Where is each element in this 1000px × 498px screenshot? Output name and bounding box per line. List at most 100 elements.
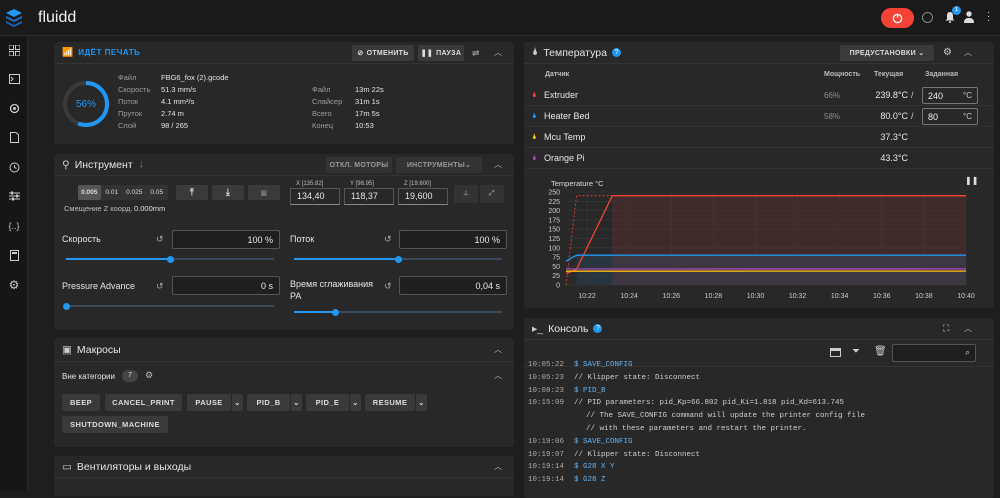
jog-step-0.01[interactable]: 0.01 <box>101 185 124 200</box>
z-down-button[interactable]: ⤓ <box>212 185 244 200</box>
tools-menu-button[interactable]: ИНСТРУМЕНТЫ ⌄ <box>396 157 482 173</box>
macro-pause-button[interactable]: PAUSE <box>187 394 231 411</box>
settings-gear-icon[interactable]: ⚙ <box>6 277 22 293</box>
slider-knob[interactable] <box>332 309 339 316</box>
axis-position-input[interactable]: 134,40 <box>290 188 340 205</box>
macro-pid-e-button[interactable]: PID_E <box>306 394 349 411</box>
speed-reset-icon[interactable]: ↺ <box>156 234 164 245</box>
menu-dots-icon[interactable]: ··· <box>987 11 990 23</box>
console-timestamp: 10:19:14 <box>528 476 574 484</box>
console-clear-icon[interactable]: 🗑 <box>874 346 887 357</box>
pause-print-button[interactable]: ❚❚ПАУЗА <box>418 45 464 61</box>
flow-slider[interactable] <box>294 258 502 260</box>
jog-step-0.025[interactable]: 0.025 <box>123 185 146 200</box>
flow-input[interactable]: 100 % <box>399 230 507 249</box>
print-info-value: FBG6_fox (2).gcode <box>161 73 229 82</box>
power-icon[interactable] <box>922 12 933 23</box>
console-timestamp: 10:08:23 <box>528 387 574 395</box>
y-tick-label: 225 <box>548 199 560 206</box>
cancel-print-button[interactable]: ⊘ОТМЕНИТЬ <box>352 45 414 61</box>
jobs-file-icon[interactable] <box>6 129 22 145</box>
presets-button[interactable]: ПРЕДУСТАНОВКИ ⌄ <box>840 45 934 61</box>
pa-reset-icon[interactable]: ↺ <box>156 281 164 292</box>
temp-settings-icon[interactable]: ⚙ <box>943 47 952 58</box>
system-icon[interactable] <box>6 247 22 263</box>
home-xy-button[interactable]: ⟂ <box>454 185 478 203</box>
pressure-advance-input[interactable]: 0 s <box>172 276 280 295</box>
smoothing-slider[interactable] <box>294 311 502 313</box>
collapse-chevron-icon[interactable]: ︿ <box>964 325 972 333</box>
z-save-button[interactable]: ▣ <box>248 185 280 200</box>
print-time-value: 10:53 <box>355 121 374 130</box>
console-filter-icon[interactable]: ⏷ <box>852 346 860 357</box>
speed-slider[interactable] <box>66 258 274 260</box>
sensor-current: 43.3°C <box>880 153 908 163</box>
speed-label: Скорость <box>62 234 101 244</box>
flow-reset-icon[interactable]: ↺ <box>384 234 392 245</box>
expand-button[interactable]: ⤢ <box>480 185 504 203</box>
history-icon[interactable] <box>6 159 22 175</box>
pressure-advance-slider[interactable] <box>66 305 274 307</box>
slider-knob[interactable] <box>395 256 402 263</box>
smoothing-reset-icon[interactable]: ↺ <box>384 281 392 292</box>
slider-knob[interactable] <box>167 256 174 263</box>
chart-pause-icon[interactable]: ❚❚ <box>965 176 978 185</box>
jog-step-selector: 0.0050.010.0250.05 <box>78 185 168 200</box>
axis-position-input[interactable]: 19,600 <box>398 188 448 205</box>
macro-pid-b-menu-button[interactable]: ⌄ <box>291 394 302 411</box>
filter-icon[interactable]: ⇌ <box>472 48 480 59</box>
collapse-chevron-icon[interactable]: ︿ <box>964 49 972 57</box>
tune-icon[interactable] <box>6 188 22 204</box>
help-icon[interactable]: ? <box>593 324 602 333</box>
motors-off-button[interactable]: ОТКЛ. МОТОРЫ <box>326 157 392 173</box>
x-tick-label: 10:30 <box>747 293 765 300</box>
notification-count-badge: 1 <box>952 6 961 15</box>
macro-beep-button[interactable]: BEEP <box>62 394 100 411</box>
axis-position-input[interactable]: 118,37 <box>344 188 394 205</box>
help-icon[interactable]: ? <box>612 48 621 57</box>
collapse-chevron-icon[interactable]: ︿ <box>494 372 502 380</box>
sensor-name: Heater Bed <box>544 111 590 121</box>
collapse-chevron-icon[interactable]: ︿ <box>494 463 502 471</box>
collapse-chevron-icon[interactable]: ︿ <box>494 161 502 169</box>
macro-shutdown-machine-button[interactable]: SHUTDOWN_MACHINE <box>62 416 168 433</box>
sensor-current: 239.8°C <box>875 90 908 100</box>
pause-icon: ❚❚ <box>421 49 433 57</box>
sensor-name: Mcu Temp <box>544 132 585 142</box>
speed-input[interactable]: 100 % <box>172 230 280 249</box>
sensor-target-input[interactable]: 80°C <box>922 108 978 125</box>
macro-cancel-print-button[interactable]: CANCEL_PRINT <box>105 394 182 411</box>
collapse-chevron-icon[interactable]: ︿ <box>494 346 502 354</box>
macro-resume-menu-button[interactable]: ⌄ <box>416 394 427 411</box>
macro-settings-icon[interactable]: ⚙ <box>145 370 153 381</box>
macro-pid-b-button[interactable]: PID_B <box>247 394 290 411</box>
sensor-name: Orange Pi <box>544 153 585 163</box>
macro-pid-e-menu-button[interactable]: ⌄ <box>350 394 361 411</box>
macro-resume-button[interactable]: RESUME <box>365 394 415 411</box>
zoffset-label: Смещение Z коорд. <box>64 204 132 213</box>
smoothing-input[interactable]: 0,04 s <box>399 276 507 295</box>
temp-row: 🌢Extruder66%239.8°C/240°C <box>526 85 994 106</box>
jog-step-0.005[interactable]: 0.005 <box>78 185 101 200</box>
user-icon[interactable] <box>964 11 974 23</box>
config-braces-icon[interactable]: {..} <box>6 218 22 234</box>
print-time-label: Слайсер <box>312 97 342 106</box>
z-up-button[interactable]: ⤒ <box>176 185 208 200</box>
wifi-print-icon: 📶 <box>62 47 73 58</box>
slider-knob[interactable] <box>63 303 70 310</box>
jog-step-0.05[interactable]: 0.05 <box>146 185 169 200</box>
sensor-target-input[interactable]: 240°C <box>922 87 978 104</box>
emergency-stop-button[interactable] <box>881 8 914 28</box>
console-search-input[interactable]: ⌕ <box>892 344 976 362</box>
dashboard-icon[interactable] <box>6 42 22 58</box>
app-logo-icon[interactable] <box>6 9 22 27</box>
fans-card: ▭ Вентиляторы и выходы ︿ <box>54 456 514 496</box>
x-tick-label: 10:38 <box>915 293 933 300</box>
console-window-icon[interactable] <box>830 348 841 357</box>
collapse-chevron-icon[interactable]: ︿ <box>494 49 502 57</box>
expand-icon[interactable]: ⛶ <box>943 323 949 334</box>
macro-pause-menu-button[interactable]: ⌄ <box>232 394 243 411</box>
axis-position-label: Z [19.600] <box>404 181 431 187</box>
webcam-icon[interactable] <box>6 100 22 116</box>
console-icon[interactable] <box>6 71 22 87</box>
